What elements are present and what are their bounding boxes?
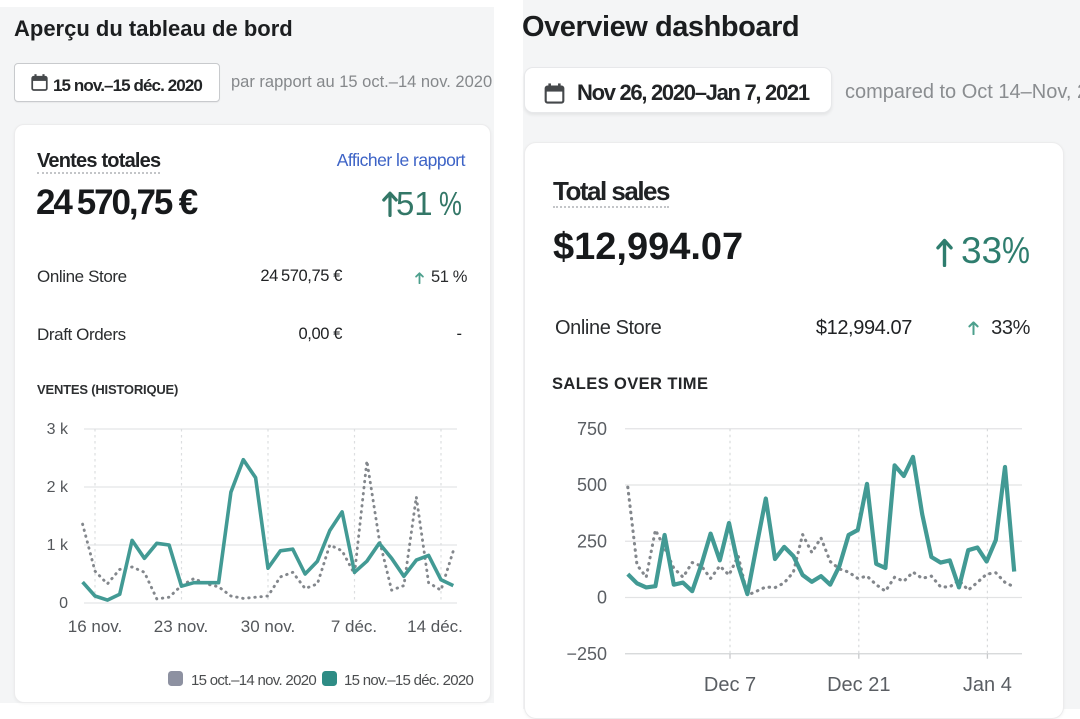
svg-text:3 k: 3 k <box>47 421 69 438</box>
svg-text:23 nov.: 23 nov. <box>154 617 209 636</box>
svg-text:0: 0 <box>597 588 607 608</box>
svg-text:−250: −250 <box>566 644 607 664</box>
svg-text:7 déc.: 7 déc. <box>331 617 377 636</box>
svg-text:30 nov.: 30 nov. <box>241 617 296 636</box>
svg-text:0: 0 <box>59 595 68 612</box>
svg-text:2 k: 2 k <box>47 479 69 496</box>
svg-text:14 déc.: 14 déc. <box>407 617 463 636</box>
svg-text:750: 750 <box>577 419 607 439</box>
svg-text:Dec 7: Dec 7 <box>704 674 756 696</box>
svg-text:16 nov.: 16 nov. <box>68 617 123 636</box>
svg-text:Dec 21: Dec 21 <box>827 674 890 696</box>
svg-text:500: 500 <box>577 475 607 495</box>
svg-text:Jan 4: Jan 4 <box>963 674 1012 696</box>
svg-text:250: 250 <box>577 531 607 551</box>
svg-text:1 k: 1 k <box>47 537 69 554</box>
